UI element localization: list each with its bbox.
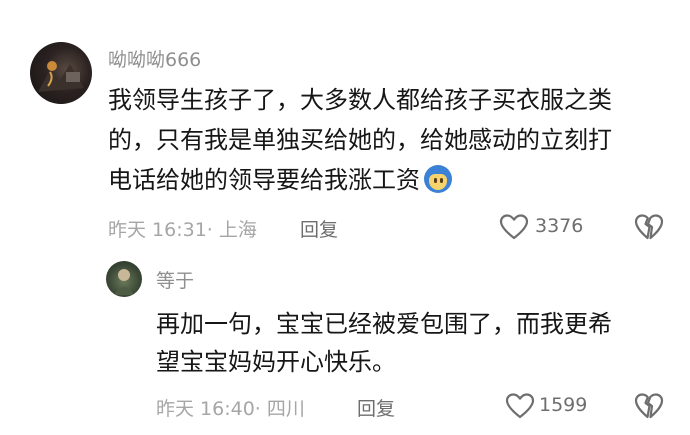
reply-reply-button[interactable]: 回复 xyxy=(357,394,395,421)
dislike-button[interactable] xyxy=(634,213,664,241)
broken-heart-icon xyxy=(634,392,664,420)
reply-timestamp-location: 昨天 16:40· 四川 xyxy=(156,398,305,420)
reply-avatar[interactable] xyxy=(106,261,142,297)
blue-hair-face-emoji-icon xyxy=(424,165,452,193)
comment-text-line-1: 我领导生孩子了，大多数人都给孩子买衣服之类 xyxy=(108,86,612,114)
reply-username[interactable]: 等于 xyxy=(156,266,194,293)
avatar[interactable] xyxy=(30,42,92,104)
heart-icon xyxy=(505,392,535,420)
reply-dislike-button[interactable] xyxy=(634,392,664,420)
comment-text-line-3-content: 电话给她的领导要给我涨工资 xyxy=(108,166,420,194)
reply-like-count: 1599 xyxy=(539,394,588,416)
reply-text-line-2: 望宝宝妈妈开心快乐。 xyxy=(156,348,396,376)
reply-button[interactable]: 回复 xyxy=(300,215,338,242)
reply-text-line-1: 再加一句，宝宝已经被爱包围了，而我更希 xyxy=(156,310,612,338)
heart-icon xyxy=(499,213,529,241)
broken-heart-icon xyxy=(634,213,664,241)
comment-text-line-3: 电话给她的领导要给我涨工资 xyxy=(108,160,452,200)
comment-timestamp-location: 昨天 16:31· 上海 xyxy=(108,219,257,241)
comment-text-line-2: 的，只有我是单独买给她的，给她感动的立刻打 xyxy=(108,126,612,154)
like-count: 3376 xyxy=(535,215,584,237)
comment-username[interactable]: 呦呦呦666 xyxy=(108,45,201,72)
